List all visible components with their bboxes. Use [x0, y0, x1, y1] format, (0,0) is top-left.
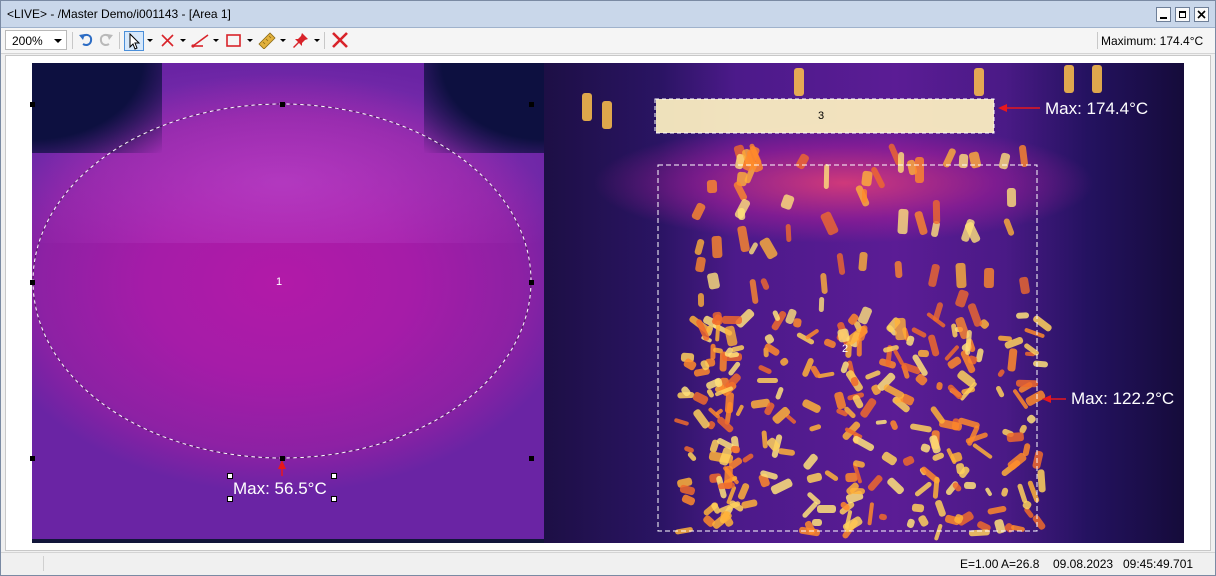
area-tool-button[interactable]	[224, 31, 244, 51]
chevron-down-icon[interactable]	[180, 39, 186, 42]
status-time: 09:45:49.701	[1123, 557, 1194, 571]
status-date: 09.08.2023	[1053, 557, 1114, 571]
minimize-button[interactable]	[1156, 7, 1171, 22]
zoom-select[interactable]: 200%	[5, 30, 67, 50]
toolbar-separator	[1097, 32, 1098, 49]
delete-button[interactable]	[330, 31, 350, 51]
maximum-readout: Maximum: 174.4°C	[1101, 34, 1204, 48]
toolbar-separator	[72, 32, 73, 49]
line-measure-icon	[191, 34, 209, 48]
status-bar: E=1.00 A=26.8 09.08.2023 09:45:49.701	[1, 552, 1215, 575]
undo-button[interactable]	[77, 31, 95, 51]
undo-icon	[79, 33, 93, 46]
chevron-down-icon[interactable]	[147, 39, 153, 42]
crosshair-x-icon	[161, 34, 174, 47]
chevron-down-icon[interactable]	[247, 39, 253, 42]
toolbar: 200% Maximum: 174.4°C	[1, 28, 1215, 54]
cursor-icon	[129, 32, 141, 50]
pin-icon	[293, 33, 308, 48]
ruler-icon	[258, 32, 276, 50]
line-tool-button[interactable]	[191, 31, 211, 51]
thermal-right-conveyor	[544, 63, 1184, 543]
rectangle-area-icon	[226, 34, 241, 47]
toolbar-separator	[324, 32, 325, 49]
status-emissivity: E=1.00 A=26.8	[960, 557, 1040, 571]
status-panel	[5, 556, 44, 571]
chevron-down-icon[interactable]	[280, 39, 286, 42]
redo-icon	[99, 33, 113, 46]
chevron-down-icon[interactable]	[213, 39, 219, 42]
delete-x-icon	[332, 32, 348, 48]
point-tool-button[interactable]	[159, 31, 177, 51]
ruler-tool-button[interactable]	[257, 31, 277, 51]
thermal-image[interactable]	[32, 63, 1184, 543]
chevron-down-icon	[54, 39, 62, 43]
select-tool-button[interactable]	[124, 31, 144, 51]
zoom-value: 200%	[12, 34, 43, 48]
chevron-down-icon[interactable]	[314, 39, 320, 42]
redo-button[interactable]	[97, 31, 115, 51]
window-title: <LIVE> - /Master Demo/i001143 - [Area 1]	[7, 7, 231, 21]
maximize-button[interactable]	[1175, 7, 1190, 22]
title-bar: <LIVE> - /Master Demo/i001143 - [Area 1]	[1, 1, 1215, 28]
toolbar-separator	[119, 32, 120, 49]
thermal-left-bowl	[32, 63, 562, 543]
close-button[interactable]	[1194, 7, 1209, 22]
pin-tool-button[interactable]	[291, 31, 311, 51]
